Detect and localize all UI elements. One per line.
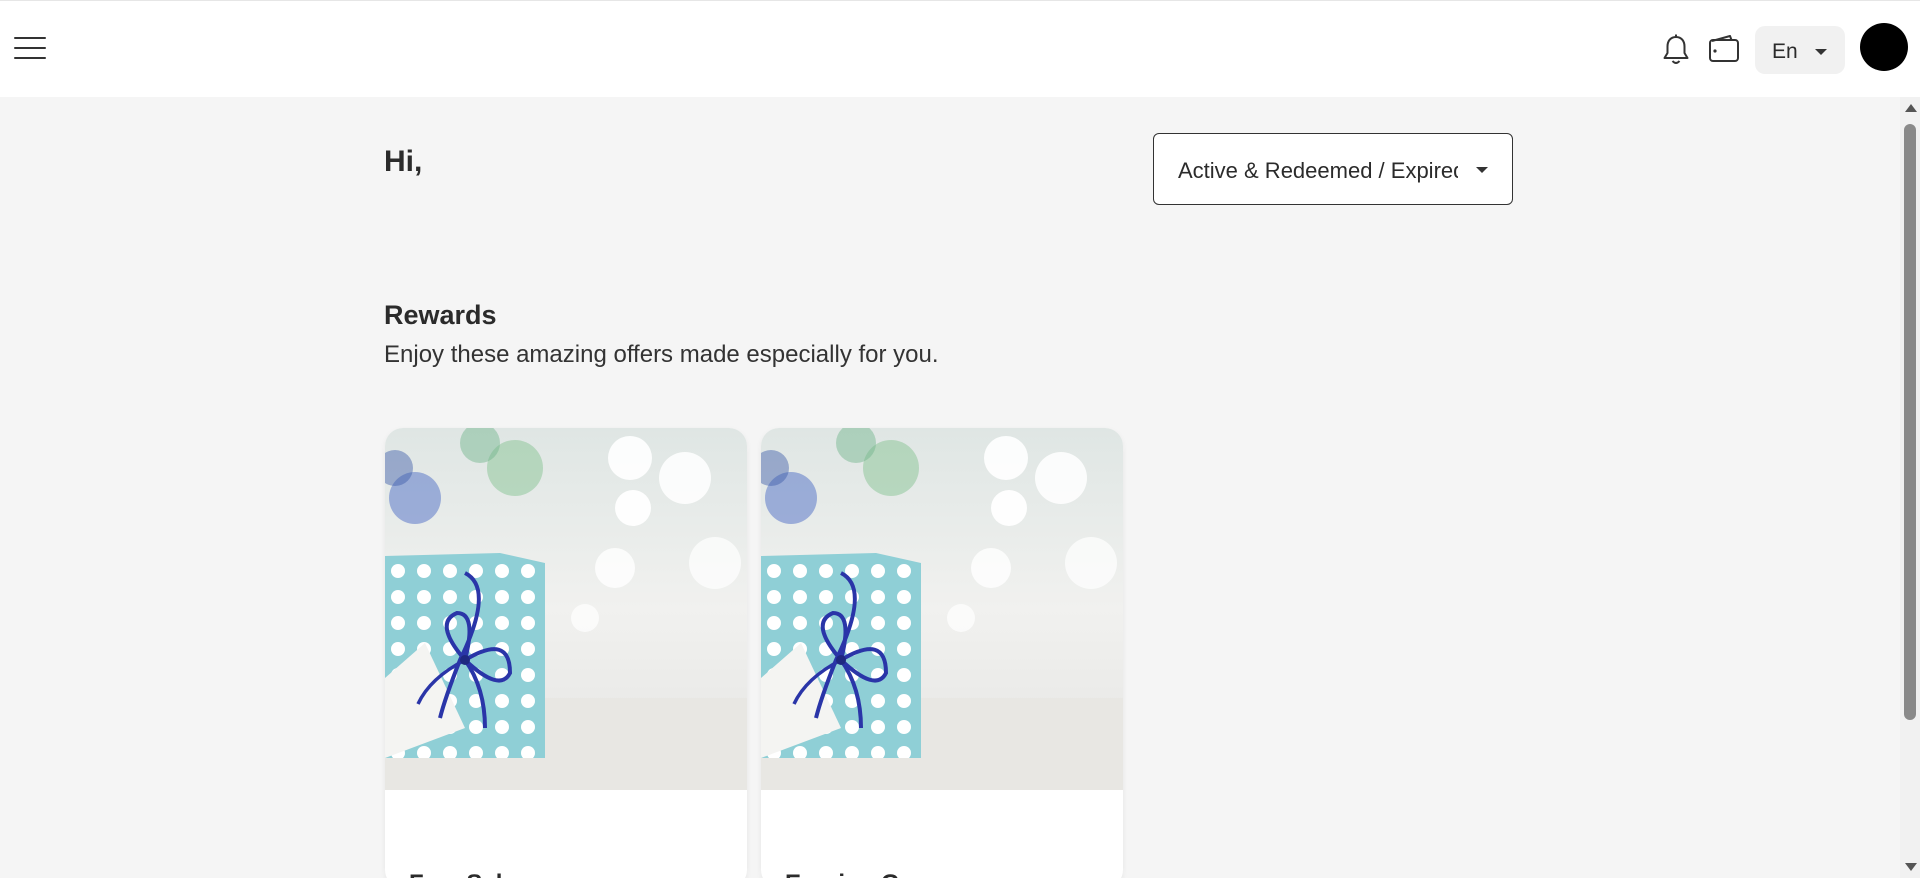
filter-selected-value: Active & Redeemed / Expired	[1178, 158, 1458, 183]
reward-status-filter-dropdown[interactable]: Active & Redeemed / Expired	[1153, 133, 1513, 205]
gift-box-image	[761, 428, 1123, 790]
vertical-scrollbar[interactable]	[1900, 97, 1920, 878]
rewards-section-subtitle: Enjoy these amazing offers made especial…	[384, 341, 939, 368]
user-avatar[interactable]	[1860, 23, 1908, 71]
greeting-heading: Hi,	[384, 145, 423, 178]
scroll-down-arrow-icon[interactable]	[1905, 863, 1917, 871]
caret-down-icon	[1476, 167, 1488, 173]
reward-card-title: Free Sel	[409, 870, 502, 878]
language-selector[interactable]: En	[1755, 26, 1845, 74]
reward-card[interactable]: Free Sel	[385, 428, 747, 878]
reward-card[interactable]: Earning G	[761, 428, 1123, 878]
scrollbar-thumb[interactable]	[1904, 124, 1916, 720]
caret-down-icon	[1815, 49, 1827, 55]
top-header: En	[0, 0, 1920, 97]
rewards-section-title: Rewards	[384, 300, 497, 330]
language-label: En	[1772, 40, 1798, 63]
hamburger-menu-icon[interactable]	[14, 35, 46, 61]
gift-box-image	[385, 428, 747, 790]
bell-icon[interactable]	[1660, 33, 1692, 67]
wallet-icon[interactable]	[1708, 34, 1740, 64]
scroll-up-arrow-icon[interactable]	[1905, 104, 1917, 112]
reward-card-title: Earning G	[785, 870, 900, 878]
